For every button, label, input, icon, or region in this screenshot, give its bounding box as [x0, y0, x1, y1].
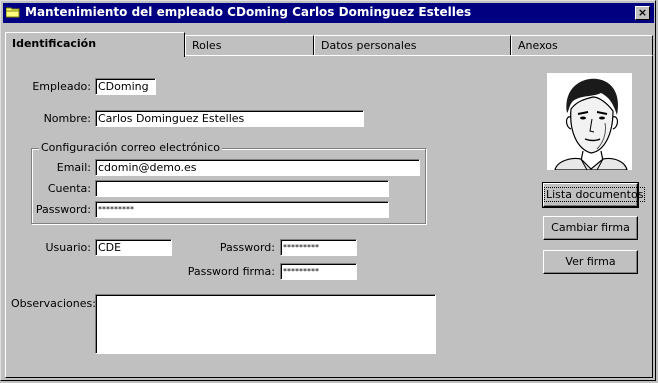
- usuario-field[interactable]: CDE: [95, 239, 172, 256]
- window-title: Mantenimiento del empleado CDoming Carlo…: [25, 5, 472, 19]
- email-password-field[interactable]: *********: [95, 201, 389, 218]
- empleado-label: Empleado:: [32, 80, 91, 93]
- tab-label: Identificación: [12, 37, 97, 50]
- tab-label: Datos personales: [321, 39, 417, 52]
- ver-firma-label: Ver firma: [565, 255, 616, 268]
- email-config-title: Configuración correo electrónico: [39, 141, 222, 154]
- password-field[interactable]: *********: [280, 239, 357, 256]
- lista-documentos-button[interactable]: Lista documentos: [542, 182, 646, 208]
- email-label: Email:: [56, 161, 91, 174]
- lista-documentos-label: Lista documentos: [544, 187, 646, 202]
- email-field[interactable]: cdomin@demo.es: [95, 159, 420, 176]
- tab-label: Anexos: [518, 39, 558, 52]
- nombre-field[interactable]: Carlos Dominguez Estelles: [95, 110, 364, 127]
- employee-maintenance-window: Mantenimiento del empleado CDoming Carlo…: [0, 0, 656, 381]
- cuenta-field[interactable]: [95, 180, 389, 197]
- title-bar[interactable]: Mantenimiento del empleado CDoming Carlo…: [3, 3, 654, 23]
- empleado-field[interactable]: CDoming: [95, 78, 156, 95]
- password-firma-field[interactable]: *********: [280, 263, 357, 280]
- tab-label: Roles: [192, 39, 222, 52]
- email-password-label: Password:: [35, 203, 91, 216]
- cambiar-firma-label: Cambiar firma: [551, 221, 630, 234]
- close-button[interactable]: ×: [635, 6, 650, 20]
- folder-icon: [6, 7, 20, 18]
- tab-anexos[interactable]: Anexos: [511, 35, 653, 55]
- nombre-label: Nombre:: [43, 112, 91, 125]
- password-label: Password:: [219, 241, 275, 254]
- ver-firma-button[interactable]: Ver firma: [543, 250, 638, 274]
- close-icon: ×: [637, 6, 648, 19]
- tab-identificacion[interactable]: Identificación: [5, 32, 185, 57]
- tab-datos-personales[interactable]: Datos personales: [314, 35, 511, 55]
- cuenta-label: Cuenta:: [47, 182, 91, 195]
- employee-photo: [547, 73, 632, 170]
- tab-roles[interactable]: Roles: [185, 35, 314, 55]
- password-firma-label: Password firma:: [187, 265, 275, 278]
- observaciones-label: Observaciones:: [11, 297, 96, 310]
- usuario-label: Usuario:: [45, 241, 91, 254]
- observaciones-field[interactable]: [95, 294, 436, 354]
- cambiar-firma-button[interactable]: Cambiar firma: [543, 216, 638, 240]
